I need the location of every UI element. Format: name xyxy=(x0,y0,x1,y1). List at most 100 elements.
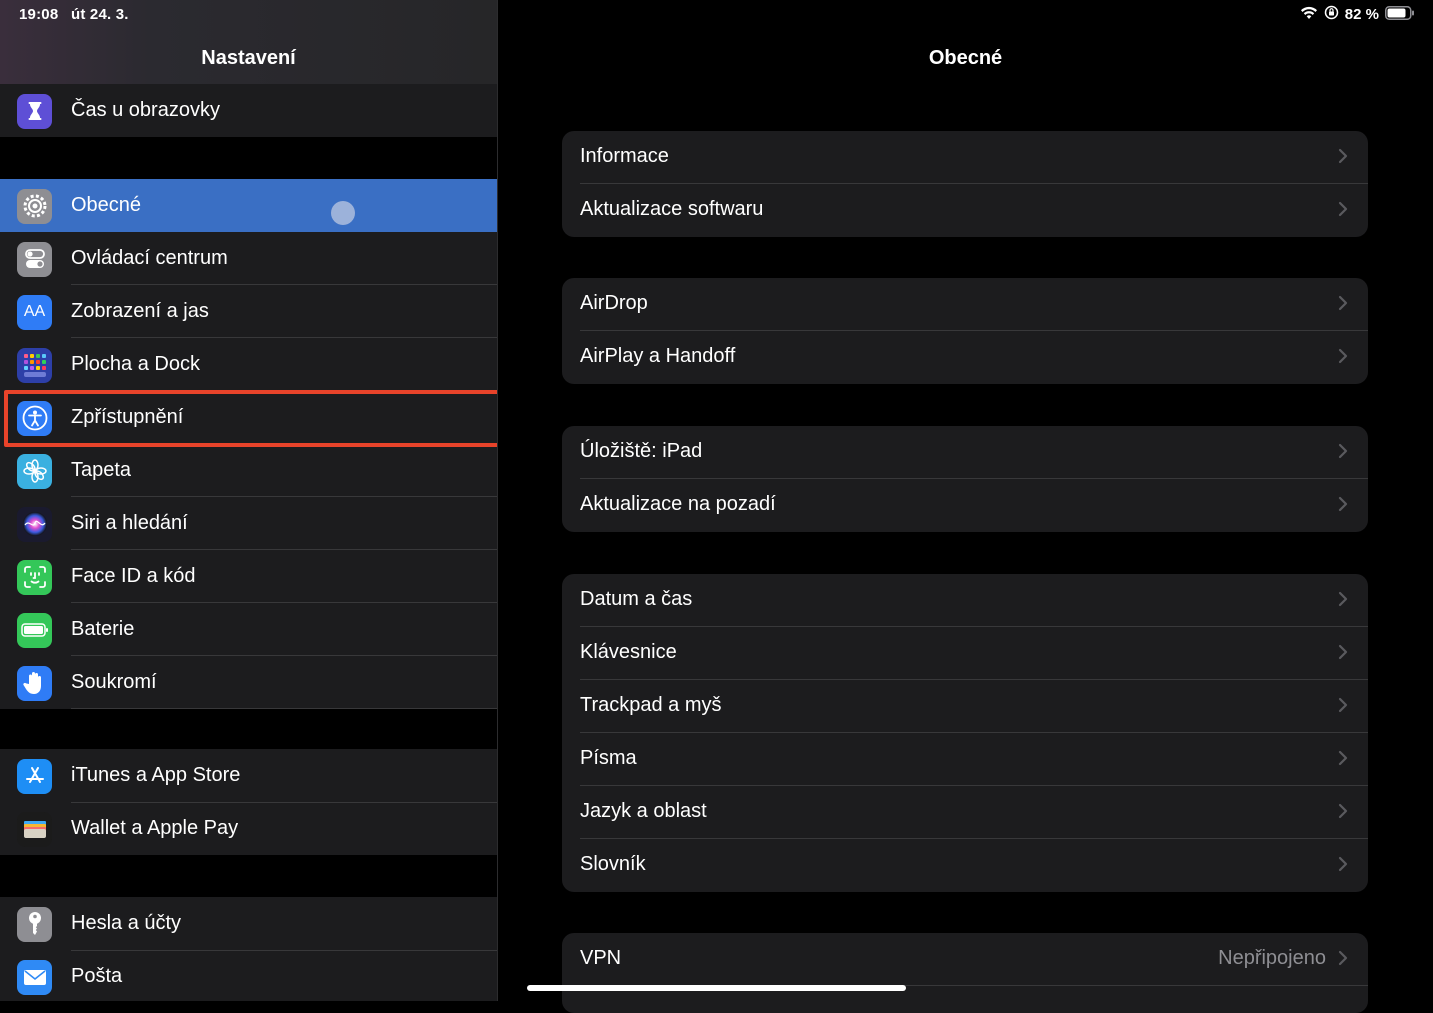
sidebar-item-label: Tapeta xyxy=(71,459,132,481)
app-grid-icon xyxy=(17,347,52,383)
page-title: Obecné xyxy=(928,47,1003,69)
sidebar-item-home-screen[interactable]: Plocha a Dock xyxy=(0,338,497,391)
row-label: VPN xyxy=(580,947,622,969)
toggles-icon xyxy=(17,241,52,277)
sidebar-item-display[interactable]: AA Zobrazení a jas xyxy=(0,285,497,338)
orientation-lock-icon xyxy=(1324,5,1339,24)
sidebar-item-label: Hesla a účty xyxy=(71,912,182,934)
row-label: Slovník xyxy=(580,853,646,875)
sidebar-item-privacy[interactable]: Soukromí xyxy=(0,656,497,709)
chevron-right-icon xyxy=(1338,950,1348,971)
row-dictionary[interactable]: Slovník xyxy=(562,839,1368,892)
chevron-right-icon xyxy=(1338,201,1348,222)
sidebar-item-wallpaper[interactable]: Tapeta xyxy=(0,444,497,497)
sidebar-group: Hesla a účty Pošta xyxy=(0,897,497,1001)
status-bar-right: 82 % xyxy=(1300,5,1415,24)
sidebar-item-label: Pošta xyxy=(71,965,123,987)
sidebar-item-wallet[interactable]: Wallet a Apple Pay xyxy=(0,802,497,855)
chevron-right-icon xyxy=(1338,348,1348,369)
sidebar-item-control-center[interactable]: Ovládací centrum xyxy=(0,232,497,285)
sidebar-item-label: Soukromí xyxy=(71,671,157,693)
sidebar-item-screen-time[interactable]: Čas u obrazovky xyxy=(0,84,497,137)
sidebar-item-label: Ovládací centrum xyxy=(71,247,228,269)
sidebar-item-label: Čas u obrazovky xyxy=(71,99,220,121)
battery-percent: 82 % xyxy=(1344,6,1379,23)
sidebar-item-label: Plocha a Dock xyxy=(71,353,200,375)
row-label: AirDrop xyxy=(580,292,648,314)
sidebar-group: Čas u obrazovky xyxy=(0,84,497,137)
row-label: Trackpad a myš xyxy=(580,694,722,716)
status-date: út 24. 3. xyxy=(71,6,129,23)
chevron-right-icon xyxy=(1338,496,1348,517)
row-keyboard[interactable]: Klávesnice xyxy=(562,627,1368,680)
flower-icon xyxy=(17,453,52,489)
hourglass-icon xyxy=(17,93,52,129)
sidebar-item-accessibility[interactable]: Zpřístupnění xyxy=(0,391,497,444)
row-airdrop[interactable]: AirDrop xyxy=(562,278,1368,331)
row-date-time[interactable]: Datum a čas xyxy=(562,574,1368,627)
sidebar-item-siri[interactable]: Siri a hledání xyxy=(0,497,497,550)
row-divider xyxy=(71,708,497,709)
status-time: 19:08 xyxy=(19,6,59,23)
row-language-region[interactable]: Jazyk a oblast xyxy=(562,786,1368,839)
home-indicator[interactable] xyxy=(527,985,906,991)
settings-section: AirDrop AirPlay a Handoff xyxy=(562,278,1368,384)
face-id-icon xyxy=(17,559,52,595)
row-airplay-handoff[interactable]: AirPlay a Handoff xyxy=(562,331,1368,384)
row-value: Nepřipojeno xyxy=(1218,947,1326,969)
row-about[interactable]: Informace xyxy=(562,131,1368,184)
row-label: Aktualizace na pozadí xyxy=(580,493,776,515)
row-label: Informace xyxy=(580,145,669,167)
row-fonts[interactable]: Písma xyxy=(562,733,1368,786)
row-label: Klávesnice xyxy=(580,641,677,663)
chevron-right-icon xyxy=(1338,697,1348,718)
battery-icon xyxy=(1385,5,1415,24)
sidebar-group: Obecné Ovládací centrum AA Zobrazení a j… xyxy=(0,179,497,709)
sidebar-item-label: Baterie xyxy=(71,618,135,640)
row-divider xyxy=(71,950,497,951)
sidebar-item-passwords[interactable]: Hesla a účty xyxy=(0,897,497,950)
sidebar-item-app-store[interactable]: iTunes a App Store xyxy=(0,749,497,802)
row-trackpad-mouse[interactable]: Trackpad a myš xyxy=(562,680,1368,733)
row-divider xyxy=(71,802,497,803)
sidebar-item-general[interactable]: Obecné xyxy=(0,179,497,232)
sidebar-title: Nastavení xyxy=(201,47,296,69)
sidebar-item-label: Obecné xyxy=(71,194,142,216)
chevron-right-icon xyxy=(1338,644,1348,665)
settings-sidebar: 19:08 út 24. 3. Nastavení Čas u obrazovk… xyxy=(0,0,497,1001)
wifi-icon xyxy=(1300,6,1318,24)
sidebar-item-label: Zobrazení a jas xyxy=(71,300,209,322)
sidebar-header: 19:08 út 24. 3. Nastavení xyxy=(0,0,497,89)
settings-section: Datum a čas Klávesnice Trackpad a myš Pí… xyxy=(562,574,1368,892)
gear-icon xyxy=(17,188,52,224)
row-label: AirPlay a Handoff xyxy=(580,345,736,367)
key-icon xyxy=(17,906,52,942)
sidebar-item-label: iTunes a App Store xyxy=(71,764,241,786)
settings-section: Úložiště: iPad Aktualizace na pozadí xyxy=(562,426,1368,532)
settings-section: Informace Aktualizace softwaru xyxy=(562,131,1368,237)
sidebar-item-mail[interactable]: Pošta xyxy=(0,950,497,1001)
app-store-icon xyxy=(17,758,52,794)
sidebar-item-battery[interactable]: Baterie xyxy=(0,603,497,656)
chevron-right-icon xyxy=(1338,803,1348,824)
wallet-icon xyxy=(17,811,52,847)
text-size-icon: AA xyxy=(17,294,52,330)
row-label: Písma xyxy=(580,747,637,769)
battery-icon xyxy=(17,612,52,648)
row-software-update[interactable]: Aktualizace softwaru xyxy=(562,184,1368,237)
row-storage[interactable]: Úložiště: iPad xyxy=(562,426,1368,479)
row-label: Úložiště: iPad xyxy=(580,440,703,462)
row-label: Datum a čas xyxy=(580,588,693,610)
chevron-right-icon xyxy=(1338,148,1348,169)
mail-icon xyxy=(17,959,52,995)
touch-indicator xyxy=(331,201,355,225)
row-vpn[interactable]: VPN Nepřipojeno xyxy=(562,933,1368,986)
sidebar-item-label: Zpřístupnění xyxy=(71,406,184,428)
row-background-refresh[interactable]: Aktualizace na pozadí xyxy=(562,479,1368,532)
chevron-right-icon xyxy=(1338,750,1348,771)
siri-icon xyxy=(17,506,52,542)
sidebar-item-label: Wallet a Apple Pay xyxy=(71,817,239,839)
row-label: Jazyk a oblast xyxy=(580,800,707,822)
chevron-right-icon xyxy=(1338,443,1348,464)
sidebar-item-face-id[interactable]: Face ID a kód xyxy=(0,550,497,603)
